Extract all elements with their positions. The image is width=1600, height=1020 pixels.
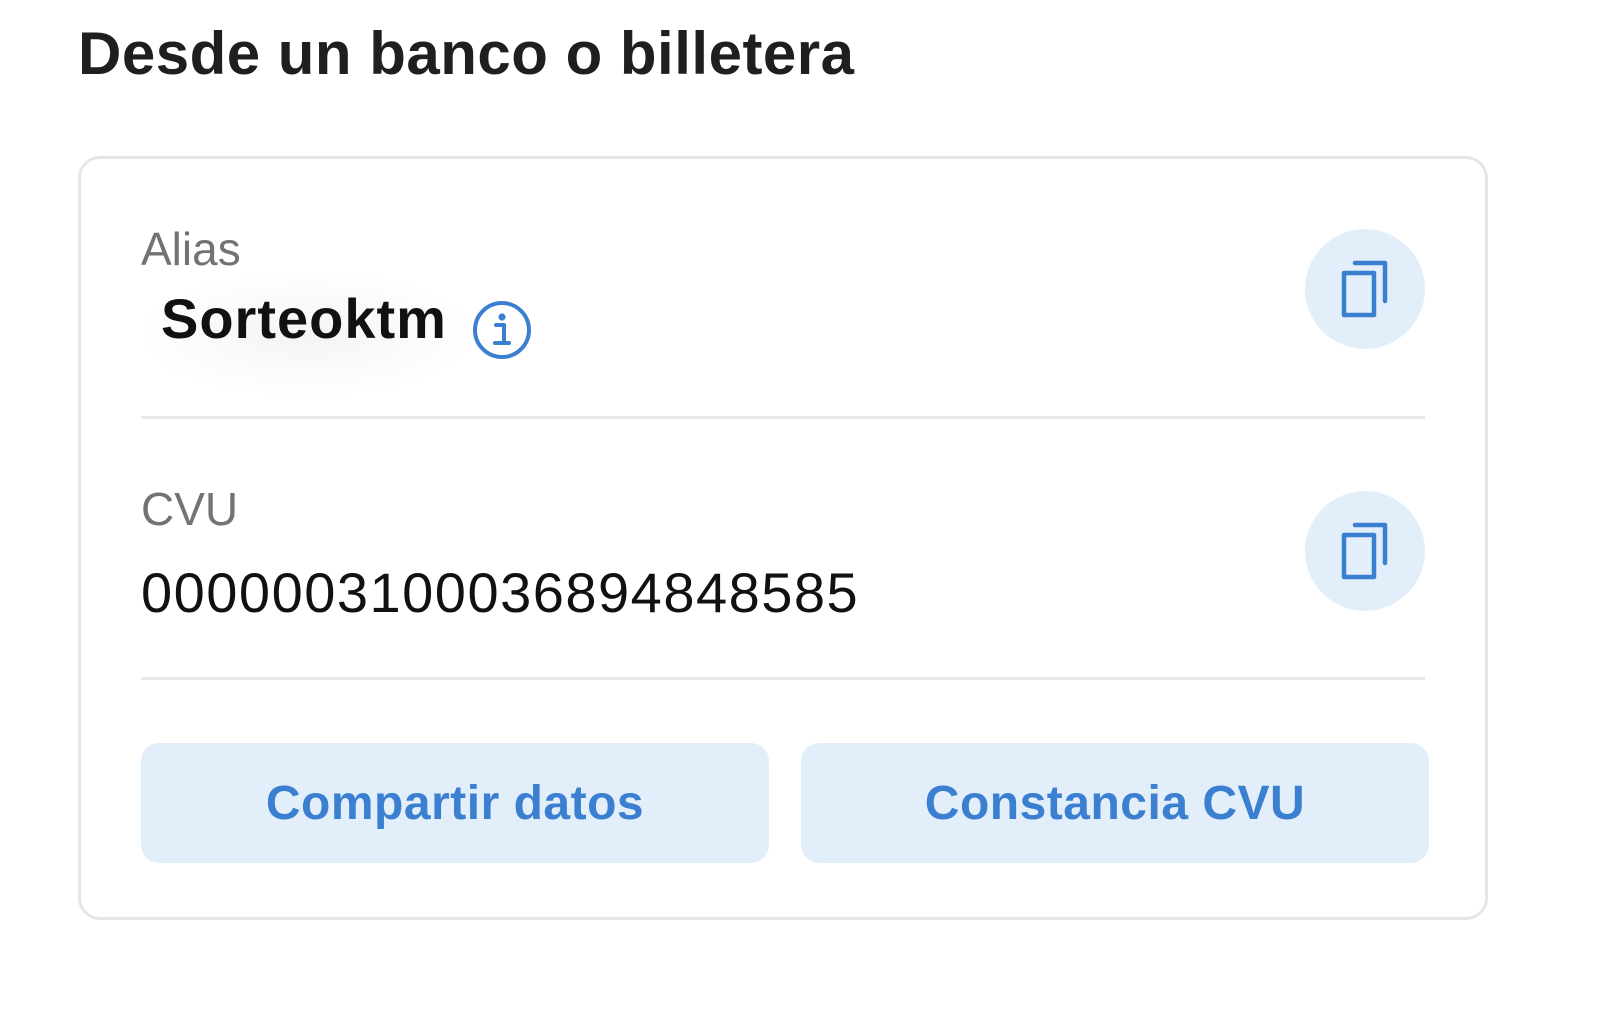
divider [141, 416, 1425, 419]
share-data-button[interactable]: Compartir datos [141, 743, 769, 863]
page: Desde un banco o billetera Alias Sorteok… [0, 0, 1600, 1020]
copy-icon [1337, 519, 1393, 583]
divider [141, 677, 1425, 680]
cvu-certificate-button[interactable]: Constancia CVU [801, 743, 1429, 863]
cvu-value: 0000003100036894848585 [141, 561, 860, 624]
alias-value: Sorteoktm [161, 287, 447, 350]
copy-icon [1337, 257, 1393, 321]
copy-alias-button[interactable] [1305, 229, 1425, 349]
section-title: Desde un banco o billetera [78, 20, 855, 87]
alias-label: Alias [141, 223, 241, 275]
info-icon[interactable] [471, 299, 533, 361]
copy-cvu-button[interactable] [1305, 491, 1425, 611]
account-details-card: Alias Sorteoktm CVU 00000031000368948485… [78, 156, 1488, 920]
cvu-label: CVU [141, 483, 239, 535]
